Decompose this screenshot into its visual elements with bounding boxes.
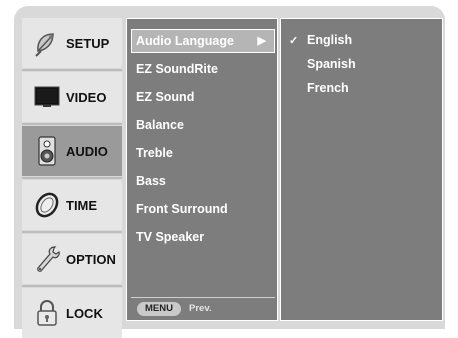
menu-item-audio-language[interactable]: Audio Language ▶ bbox=[131, 29, 275, 53]
satellite-dish-icon bbox=[32, 28, 62, 58]
monitor-icon bbox=[32, 82, 62, 112]
sidebar-item-label: OPTION bbox=[66, 251, 116, 267]
sidebar-item-time[interactable]: TIME bbox=[22, 180, 122, 230]
sidebar-item-label: VIDEO bbox=[66, 89, 107, 105]
option-label: Spanish bbox=[307, 57, 356, 71]
option-item-french[interactable]: French bbox=[289, 77, 349, 99]
sidebar-divider bbox=[22, 123, 122, 125]
sidebar-divider bbox=[22, 231, 122, 233]
menu-item-balance[interactable]: Balance bbox=[131, 113, 275, 137]
menu-item-label: Audio Language bbox=[136, 34, 234, 48]
sidebar-item-video[interactable]: VIDEO bbox=[22, 72, 122, 122]
menu-item-ez-soundrite[interactable]: EZ SoundRite bbox=[131, 57, 275, 81]
wrench-icon bbox=[32, 244, 62, 274]
menu-item-label: Balance bbox=[136, 118, 184, 132]
sidebar-item-label: LOCK bbox=[66, 305, 103, 321]
menu-item-label: Bass bbox=[136, 174, 166, 188]
menu-item-label: Front Surround bbox=[136, 202, 228, 216]
option-label: English bbox=[307, 33, 353, 47]
menu-footer: MENU Prev. bbox=[131, 297, 275, 317]
sidebar-item-setup[interactable]: SETUP bbox=[22, 18, 122, 68]
clock-icon bbox=[32, 190, 62, 220]
menu-item-tv-speaker[interactable]: TV Speaker bbox=[131, 225, 275, 249]
menu-key-button[interactable]: MENU bbox=[137, 302, 181, 316]
sidebar-divider bbox=[22, 177, 122, 179]
sidebar-item-label: SETUP bbox=[66, 35, 110, 51]
sidebar-item-audio[interactable]: AUDIO bbox=[22, 126, 122, 176]
sidebar-item-label: TIME bbox=[66, 197, 98, 213]
option-item-english[interactable]: ✓ English bbox=[289, 29, 352, 51]
sidebar-item-label: AUDIO bbox=[66, 143, 108, 159]
sidebar-item-option[interactable]: OPTION bbox=[22, 234, 122, 284]
menu-item-treble[interactable]: Treble bbox=[131, 141, 275, 165]
arrow-right-icon: ▶ bbox=[257, 35, 266, 47]
menu-item-label: EZ SoundRite bbox=[136, 62, 218, 76]
padlock-icon bbox=[32, 298, 62, 328]
audio-menu-panel: Audio Language ▶ EZ SoundRite EZ Sound B… bbox=[126, 18, 278, 321]
menu-item-label: EZ Sound bbox=[136, 90, 195, 104]
prev-hint-label: Prev. bbox=[189, 303, 212, 314]
language-options-panel: ✓ English Spanish French bbox=[280, 18, 443, 321]
sidebar-divider bbox=[22, 69, 122, 71]
menu-item-front-surround[interactable]: Front Surround bbox=[131, 197, 275, 221]
speaker-icon bbox=[32, 136, 62, 166]
checkmark-icon: ✓ bbox=[289, 35, 299, 47]
option-item-spanish[interactable]: Spanish bbox=[289, 53, 356, 75]
sidebar: SETUP VIDEO AUDIO TIME OPTION LOCK bbox=[22, 18, 122, 338]
menu-item-label: Treble bbox=[136, 146, 173, 160]
menu-item-label: TV Speaker bbox=[136, 230, 205, 244]
sidebar-divider bbox=[22, 285, 122, 287]
menu-item-ez-sound[interactable]: EZ Sound bbox=[131, 85, 275, 109]
option-label: French bbox=[307, 81, 349, 95]
menu-item-bass[interactable]: Bass bbox=[131, 169, 275, 193]
